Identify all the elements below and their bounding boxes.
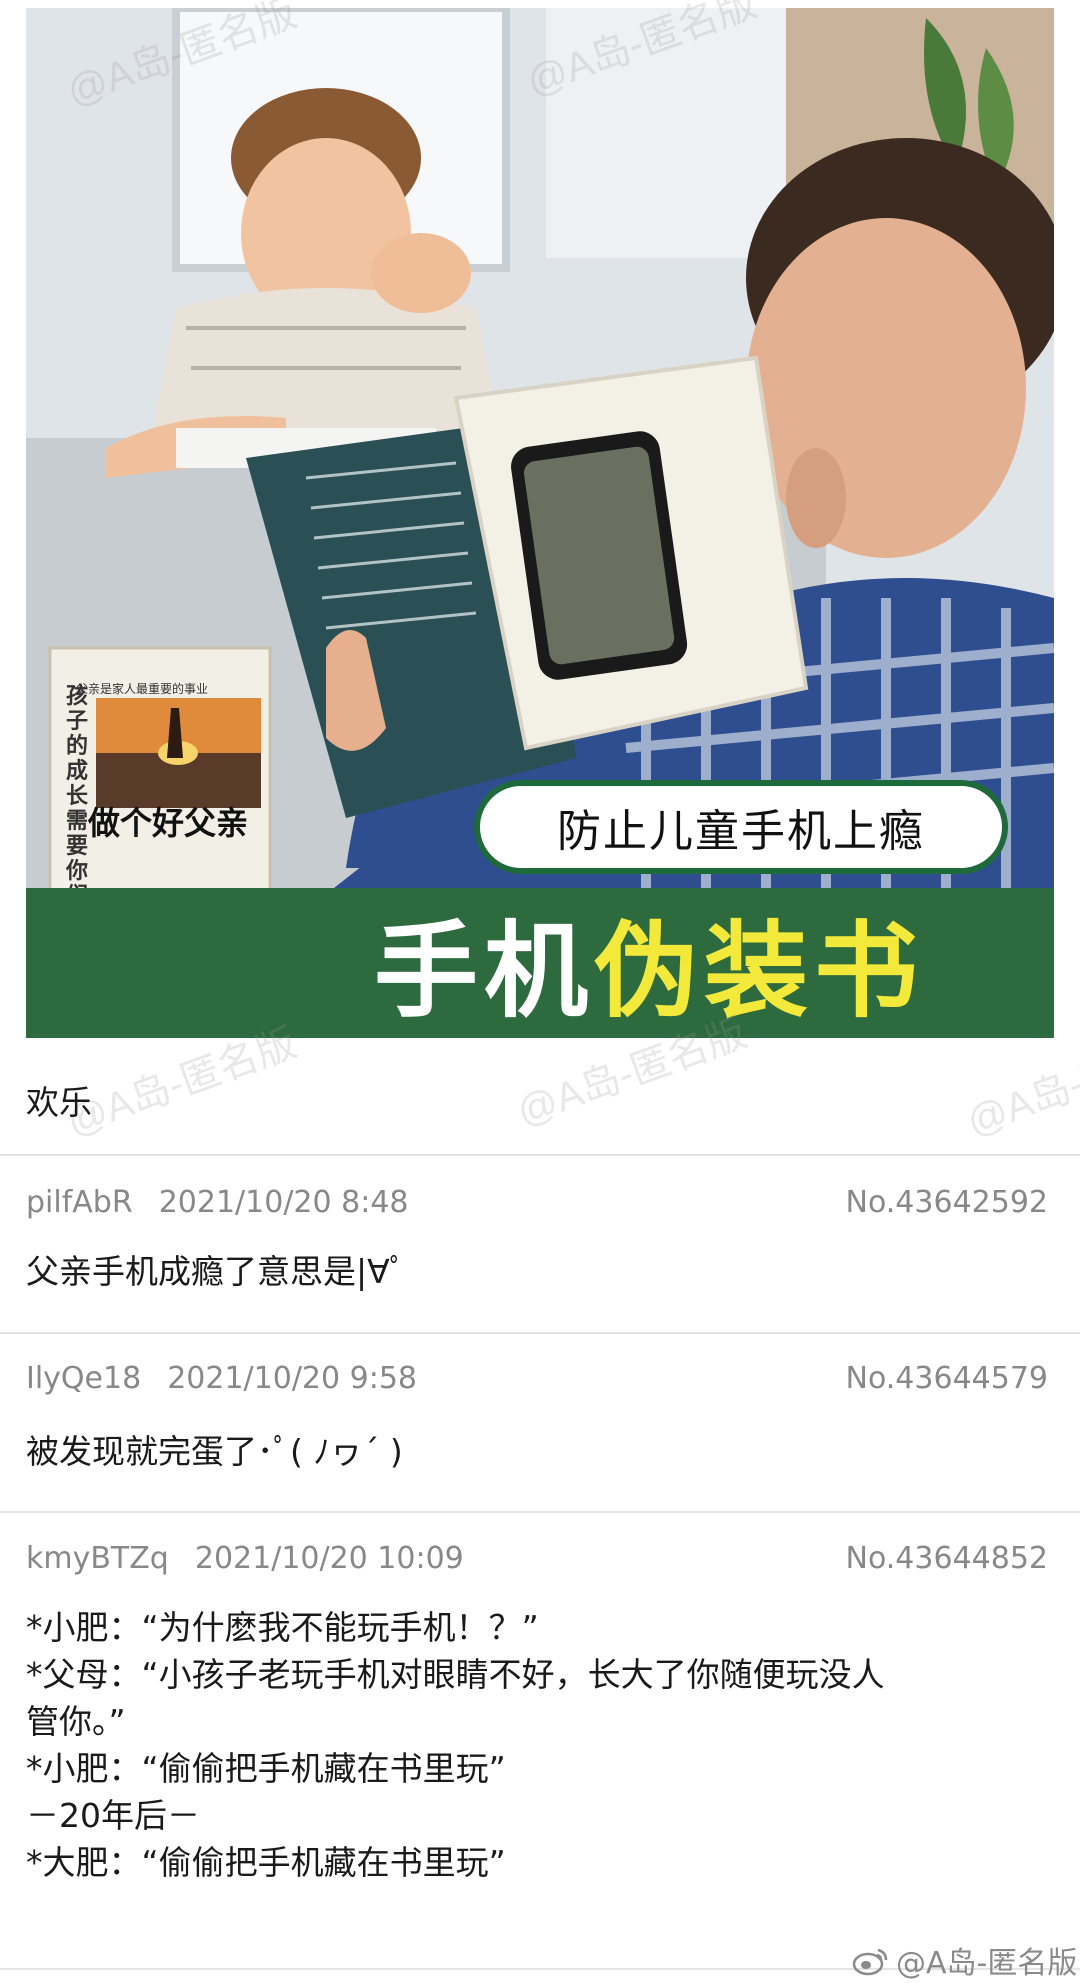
reply-line: *父母：“小孩子老玩手机对眼睛不好，长大了你随便玩没人 <box>26 1655 885 1694</box>
reply-body: 父亲手机成瘾了意思是|∀ﾟ <box>26 1248 1056 1295</box>
footer-watermark: @A岛-匿名版 <box>852 1938 1077 1982</box>
reply-line: *小肥：“为什麽我不能玩手机！？” <box>26 1608 539 1647</box>
reply-number[interactable]: No.43642592 <box>846 1185 1049 1220</box>
reply-user[interactable]: kmyBTZq <box>26 1541 169 1576</box>
reply-time: 2021/10/20 10:09 <box>194 1540 464 1576</box>
divider <box>0 1332 1080 1334</box>
book-tag: 父亲是家人最重要的事业 <box>76 682 209 696</box>
reply-line: *小肥：“偷偷把手机藏在书里玩” <box>26 1749 506 1788</box>
reply-number[interactable]: No.43644579 <box>846 1361 1049 1396</box>
ad-title-highlight: 伪装书 <box>594 909 925 1032</box>
divider <box>0 1511 1080 1513</box>
reply-line: －20年后－ <box>26 1796 200 1835</box>
footer-text: @A岛-匿名版 <box>896 1946 1078 1981</box>
reply-line: 父亲手机成瘾了意思是|∀ﾟ <box>26 1252 407 1291</box>
ad-image: 父亲是家人最重要的事业 孩子的成长需要你们的陪伴 做个好父亲 防止儿童手机上瘾 … <box>26 8 1054 1038</box>
ad-badge: 防止儿童手机上瘾 <box>474 780 1008 874</box>
ad-illustration <box>26 8 1054 1038</box>
reply-meta: pilfAbR 2021/10/20 8:48 No.43642592 <box>26 1180 1048 1224</box>
reply-meta: IlyQe18 2021/10/20 9:58 No.43644579 <box>26 1356 1048 1400</box>
reply-time: 2021/10/20 9:58 <box>167 1360 418 1396</box>
reply-line: 被发现就完蛋了･ﾟ( ﾉヮ´ ) <box>26 1432 403 1471</box>
weibo-icon <box>852 1948 888 1976</box>
divider <box>0 1154 1080 1156</box>
reply-time: 2021/10/20 8:48 <box>158 1184 409 1220</box>
ad-title-part1: 手机 <box>374 909 595 1032</box>
ad-badge-text: 防止儿童手机上瘾 <box>557 806 925 857</box>
reply-body: 被发现就完蛋了･ﾟ( ﾉヮ´ ) <box>26 1428 1056 1475</box>
reply-meta: kmyBTZq 2021/10/20 10:09 No.43644852 <box>26 1536 1048 1580</box>
ad-title: 手机 伪装书 <box>374 896 924 1032</box>
op-text: 欢乐 <box>26 1083 92 1122</box>
reply-body: *小肥：“为什麽我不能玩手机！？” *父母：“小孩子老玩手机对眼睛不好，长大了你… <box>26 1604 1056 1886</box>
reply-user[interactable]: IlyQe18 <box>26 1361 141 1396</box>
book-title: 做个好父亲 <box>87 804 248 842</box>
reply-number[interactable]: No.43644852 <box>846 1541 1049 1576</box>
reply-line: 管你。” <box>26 1702 126 1741</box>
reply-user[interactable]: pilfAbR <box>26 1185 133 1220</box>
reply-line: *大肥：“偷偷把手机藏在书里玩” <box>26 1843 506 1882</box>
